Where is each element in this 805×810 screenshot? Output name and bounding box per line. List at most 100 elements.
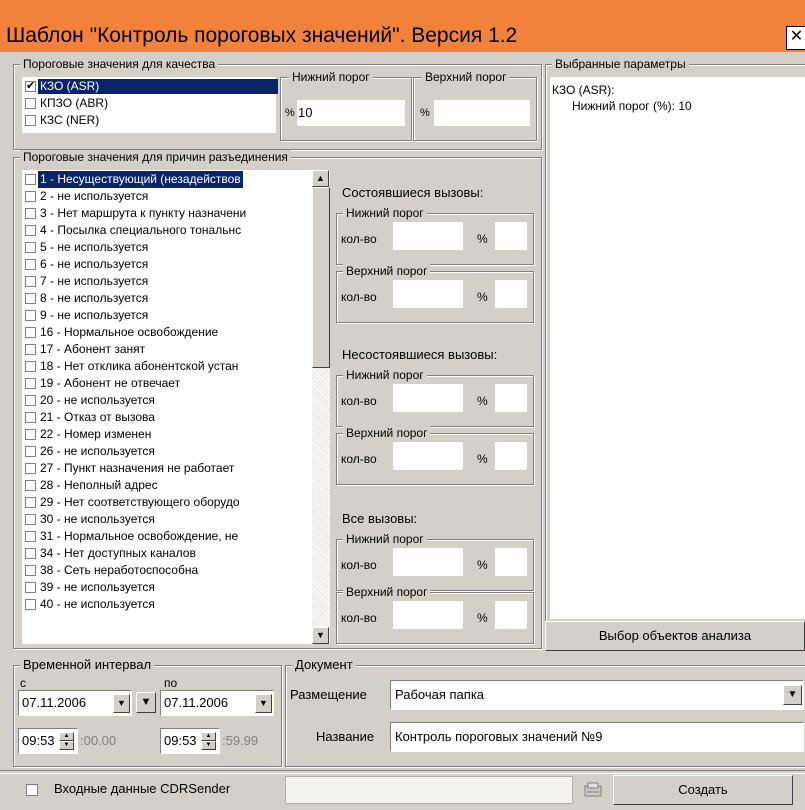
list-checkbox[interactable]	[25, 259, 36, 270]
from-date-picker[interactable]: 07.11.2006 ▼	[18, 690, 132, 716]
failed-upper-count-input[interactable]	[393, 442, 463, 470]
list-checkbox[interactable]	[25, 310, 36, 321]
list-checkbox[interactable]	[25, 480, 36, 491]
list-item[interactable]: 27 - Пункт назначения не работает	[22, 460, 312, 477]
list-item[interactable]: 40 - не используется	[22, 596, 312, 613]
list-item[interactable]: 19 - Абонент не отвечает	[22, 375, 312, 392]
list-checkbox[interactable]	[25, 242, 36, 253]
list-checkbox[interactable]	[25, 378, 36, 389]
placement-select[interactable]: Рабочая папка ▼	[390, 680, 804, 710]
to-time-input[interactable]: 09:53 ▲ ▼	[160, 728, 220, 754]
successful-upper-percent-input[interactable]	[495, 280, 527, 308]
failed-lower-percent-input[interactable]	[495, 384, 527, 412]
list-checkbox[interactable]	[25, 293, 36, 304]
list-item[interactable]: 17 - Абонент занят	[22, 341, 312, 358]
successful-upper-count-input[interactable]	[393, 280, 463, 308]
list-item[interactable]: 29 - Нет соответствующего оборудо	[22, 494, 312, 511]
list-item[interactable]: 38 - Сеть неработоспособна	[22, 562, 312, 579]
list-item[interactable]: 7 - не используется	[22, 273, 312, 290]
list-item[interactable]: 6 - не используется	[22, 256, 312, 273]
abr-checkbox[interactable]	[25, 98, 36, 109]
list-item[interactable]: 4 - Посылка специального тональнс	[22, 222, 312, 239]
failed-upper-percent-input[interactable]	[495, 442, 527, 470]
list-item[interactable]: 9 - не используется	[22, 307, 312, 324]
asr-label: КЗО (ASR)	[38, 79, 278, 94]
list-checkbox[interactable]	[25, 514, 36, 525]
from-time-up-icon[interactable]: ▲	[59, 732, 74, 741]
quality-lower-group: Нижний порог % 10	[280, 70, 412, 141]
list-item[interactable]: 8 - не используется	[22, 290, 312, 307]
list-checkbox[interactable]	[25, 276, 36, 287]
name-input[interactable]: Контроль пороговых значений №9	[390, 722, 804, 752]
list-checkbox[interactable]	[25, 531, 36, 542]
quality-item-abr[interactable]: КПЗО (ABR)	[22, 95, 276, 112]
placement-dropdown-icon[interactable]: ▼	[783, 685, 802, 705]
all-lower-percent-input[interactable]	[495, 548, 527, 576]
list-item[interactable]: 26 - не используется	[22, 443, 312, 460]
list-item[interactable]: 39 - не используется	[22, 579, 312, 596]
list-checkbox[interactable]	[25, 327, 36, 338]
list-item[interactable]: 2 - не используется	[22, 188, 312, 205]
list-checkbox[interactable]	[25, 463, 36, 474]
to-date-dropdown-icon[interactable]: ▼	[255, 694, 272, 713]
list-item[interactable]: 22 - Номер изменен	[22, 426, 312, 443]
to-time-up-icon[interactable]: ▲	[201, 732, 216, 741]
list-item[interactable]: 18 - Нет отклика абонентской устан	[22, 358, 312, 375]
all-upper-count-input[interactable]	[393, 601, 463, 629]
list-checkbox[interactable]	[25, 344, 36, 355]
create-button[interactable]: Создать	[613, 775, 793, 805]
list-checkbox[interactable]	[25, 548, 36, 559]
cdr-sender-browse-icon[interactable]	[580, 780, 606, 802]
list-item[interactable]: 31 - Нормальное освобождение, не	[22, 528, 312, 545]
list-item[interactable]: 28 - Неполный адрес	[22, 477, 312, 494]
quality-item-asr[interactable]: КЗО (ASR)	[22, 78, 278, 95]
select-analysis-objects-button[interactable]: Выбор объектов анализа	[545, 621, 805, 651]
list-checkbox[interactable]	[25, 395, 36, 406]
all-lower-count-input[interactable]	[393, 548, 463, 576]
list-checkbox[interactable]	[25, 429, 36, 440]
list-item[interactable]: 3 - Нет маршрута к пункту назначени	[22, 205, 312, 222]
close-button[interactable]: ✕	[786, 26, 805, 50]
quality-upper-input[interactable]	[434, 100, 530, 126]
count-label: кол-во	[341, 394, 377, 408]
failed-lower-count-input[interactable]	[393, 384, 463, 412]
to-date-picker[interactable]: 07.11.2006 ▼	[160, 690, 274, 716]
scroll-up-button[interactable]: ▲	[312, 170, 329, 187]
to-time-down-icon[interactable]: ▼	[201, 741, 216, 750]
list-item[interactable]: 16 - Нормальное освобождение	[22, 324, 312, 341]
list-item[interactable]: 21 - Отказ от вызова	[22, 409, 312, 426]
list-checkbox[interactable]	[25, 225, 36, 236]
list-item[interactable]: 30 - не используется	[22, 511, 312, 528]
asr-checkbox[interactable]	[25, 79, 36, 92]
list-checkbox[interactable]	[25, 446, 36, 457]
list-item[interactable]: 1 - Несуществующий (незадействов	[22, 171, 312, 188]
list-checkbox[interactable]	[25, 497, 36, 508]
list-checkbox[interactable]	[25, 582, 36, 593]
quality-lower-input[interactable]: 10	[297, 100, 405, 126]
cdr-sender-checkbox[interactable]	[26, 784, 38, 796]
list-item[interactable]: 20 - не используется	[22, 392, 312, 409]
date-link-dropdown-icon[interactable]: ▼	[136, 692, 156, 713]
list-item[interactable]: 5 - не используется	[22, 239, 312, 256]
ner-checkbox[interactable]	[25, 115, 36, 126]
from-date-dropdown-icon[interactable]: ▼	[113, 694, 130, 713]
scroll-thumb[interactable]	[312, 187, 330, 368]
list-checkbox[interactable]	[25, 208, 36, 219]
scroll-down-button[interactable]: ▼	[312, 627, 329, 644]
successful-lower-percent-input[interactable]	[495, 222, 527, 250]
from-time-down-icon[interactable]: ▼	[59, 741, 74, 750]
list-checkbox[interactable]	[25, 565, 36, 576]
list-checkbox[interactable]	[25, 361, 36, 372]
quality-item-ner[interactable]: КЗС (NER)	[22, 112, 276, 129]
disconnect-list[interactable]: 1 - Несуществующий (незадействов 2 - не …	[22, 170, 330, 644]
cdr-sender-path-field[interactable]	[285, 776, 573, 804]
from-time-input[interactable]: 09:53 ▲ ▼	[18, 728, 78, 754]
list-checkbox[interactable]	[25, 191, 36, 202]
list-checkbox[interactable]	[25, 599, 36, 610]
list-checkbox[interactable]	[25, 174, 36, 185]
all-upper-percent-input[interactable]	[495, 601, 527, 629]
list-checkbox[interactable]	[25, 412, 36, 423]
quality-lower-value: 10	[298, 105, 313, 120]
list-item[interactable]: 34 - Нет доступных каналов	[22, 545, 312, 562]
successful-lower-count-input[interactable]	[393, 222, 463, 250]
